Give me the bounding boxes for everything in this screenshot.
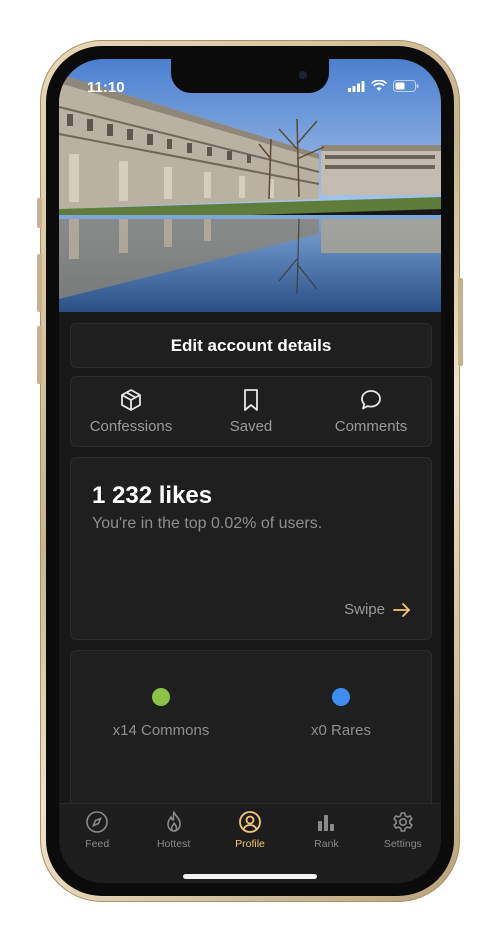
nav-profile-label: Profile <box>235 838 265 850</box>
edit-account-button[interactable]: Edit account details <box>70 323 432 368</box>
commons-dot-icon <box>152 688 170 706</box>
app-screen: 11:10 Edit account details Confessions S… <box>59 59 441 883</box>
nav-hottest[interactable]: Hottest <box>135 804 211 883</box>
cube-icon <box>121 389 141 411</box>
likes-card[interactable]: 1 232 likes You're in the top 0.02% of u… <box>70 457 432 640</box>
front-camera <box>299 71 307 79</box>
rares-dot-icon <box>332 688 350 706</box>
mute-switch <box>37 198 42 228</box>
likes-count: 1 232 likes <box>92 482 213 509</box>
user-circle-icon <box>239 811 261 833</box>
commons-label: x14 Commons <box>112 722 210 739</box>
nav-profile[interactable]: Profile <box>212 804 288 883</box>
chat-bubble-icon <box>361 390 381 410</box>
swipe-hint[interactable]: Swipe <box>344 601 411 618</box>
home-indicator[interactable] <box>183 874 317 879</box>
edit-account-label: Edit account details <box>170 335 332 355</box>
gear-icon <box>393 812 413 832</box>
rares-stat: x0 Rares <box>261 688 421 739</box>
profile-tabs: Confessions Saved Comments <box>70 376 432 447</box>
tab-saved[interactable]: Saved <box>191 377 311 446</box>
rarity-card: x14 Commons x0 Rares <box>70 650 432 822</box>
volume-down-button <box>37 326 42 384</box>
nav-settings-label: Settings <box>383 838 422 850</box>
tab-confessions-label: Confessions <box>89 418 173 435</box>
signal-icon <box>348 80 365 92</box>
rares-label: x0 Rares <box>310 722 372 739</box>
nav-rank[interactable]: Rank <box>288 804 364 883</box>
tab-saved-label: Saved <box>229 418 273 435</box>
bar-chart-icon <box>318 815 335 831</box>
nav-settings[interactable]: Settings <box>365 804 441 883</box>
power-button <box>458 278 463 366</box>
nav-feed[interactable]: Feed <box>59 804 135 883</box>
campus-photo <box>59 59 441 312</box>
bottom-nav: Feed Hottest Profile Rank Settings <box>59 803 441 883</box>
likes-rank-text: You're in the top 0.02% of users. <box>92 515 323 532</box>
status-icons <box>348 80 419 92</box>
tab-comments-label: Comments <box>334 418 408 435</box>
camera-notch <box>171 59 329 93</box>
volume-up-button <box>37 254 42 312</box>
status-time: 11:10 <box>87 79 125 96</box>
flame-icon <box>166 811 181 832</box>
wifi-icon <box>371 80 387 91</box>
nav-feed-label: Feed <box>85 838 110 850</box>
tab-confessions[interactable]: Confessions <box>71 377 191 446</box>
swipe-label: Swipe <box>344 601 385 618</box>
nav-hottest-label: Hottest <box>156 838 191 850</box>
arrow-right-icon <box>393 602 410 617</box>
tab-comments[interactable]: Comments <box>311 377 431 446</box>
bookmark-icon <box>244 389 258 411</box>
commons-stat: x14 Commons <box>81 688 241 739</box>
nav-rank-label: Rank <box>314 838 339 850</box>
battery-icon <box>393 80 419 92</box>
compass-icon <box>86 811 109 833</box>
